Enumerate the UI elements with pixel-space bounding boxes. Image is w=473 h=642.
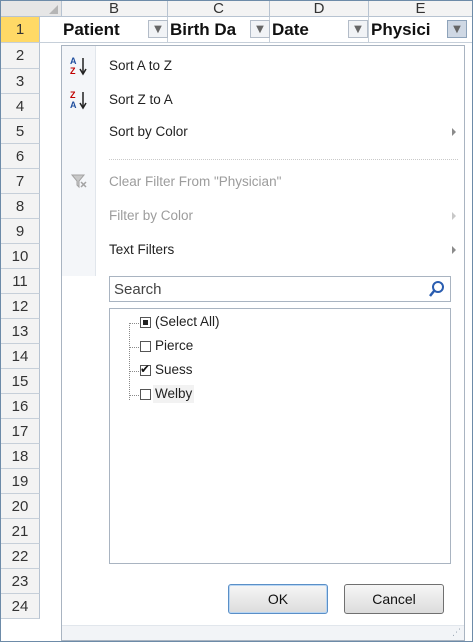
tree-line [129, 347, 139, 348]
row-header-19[interactable]: 19 [1, 469, 40, 494]
filter-dropdown-patient[interactable]: ▼ [148, 20, 168, 38]
chevron-down-icon: ▼ [453, 24, 461, 35]
filter-dropdown-birth-date[interactable]: ▼ [250, 20, 270, 38]
list-item-label[interactable]: (Select All) [153, 313, 222, 331]
svg-text:Z: Z [70, 90, 76, 100]
row-header-8[interactable]: 8 [1, 194, 40, 219]
chevron-down-icon: ▼ [256, 24, 264, 35]
menu-clear-filter[interactable]: Clear Filter From "Physician" [109, 170, 281, 194]
svg-text:A: A [70, 56, 77, 66]
row-header-20[interactable]: 20 [1, 494, 40, 519]
resize-grip-icon[interactable]: ⋰ [452, 628, 461, 638]
row-header-21[interactable]: 21 [1, 519, 40, 544]
row-header-22[interactable]: 22 [1, 544, 40, 569]
filter-dropdown-physician[interactable]: ▼ [447, 20, 467, 38]
row-header-11[interactable]: 11 [1, 269, 40, 294]
menu-separator [109, 159, 458, 160]
checkbox-suess[interactable]: ✔ [140, 362, 151, 376]
menu-sort-a-to-z[interactable]: Sort A to Z [109, 54, 172, 78]
row-header-1[interactable]: 1 [1, 17, 40, 43]
row-header-2[interactable]: 2 [1, 43, 40, 69]
row-header-6[interactable]: 6 [1, 144, 40, 169]
menu-sort-by-color[interactable]: Sort by Color [109, 120, 188, 144]
column-header-c[interactable]: C [168, 1, 270, 17]
svg-text:A: A [70, 100, 77, 110]
checkbox-pierce[interactable] [140, 341, 151, 352]
resize-strip [62, 625, 464, 640]
clear-filter-funnel-icon [70, 172, 88, 194]
menu-text-filters[interactable]: Text Filters [109, 238, 174, 262]
checkbox-select-all[interactable] [140, 317, 151, 328]
row-header-3[interactable]: 3 [1, 69, 40, 94]
menu-filter-by-color[interactable]: Filter by Color [109, 204, 193, 228]
tree-line [129, 323, 139, 324]
sort-descending-icon: Z A [70, 89, 88, 111]
filter-values-list: (Select All) Pierce ✔ Suess Welby [109, 308, 451, 564]
checkmark-icon: ✔ [140, 362, 151, 376]
menu-sort-z-to-a[interactable]: Sort Z to A [109, 88, 173, 112]
row-header-24[interactable]: 24 [1, 594, 40, 619]
column-header-d[interactable]: D [270, 1, 369, 17]
cancel-button[interactable]: Cancel [344, 584, 444, 614]
row-header-4[interactable]: 4 [1, 94, 40, 119]
tree-line [129, 323, 130, 400]
submenu-arrow-icon [452, 128, 456, 136]
row-header-9[interactable]: 9 [1, 219, 40, 244]
ok-button[interactable]: OK [228, 584, 328, 614]
checkbox-welby[interactable] [140, 389, 151, 400]
row-header-13[interactable]: 13 [1, 319, 40, 344]
list-item-label[interactable]: Suess [153, 361, 195, 379]
menu-icon-gutter [62, 46, 96, 276]
svg-text:Z: Z [70, 66, 76, 76]
select-all-corner[interactable] [1, 1, 62, 16]
row-header-7[interactable]: 7 [1, 169, 40, 194]
corner-triangle-icon [49, 5, 58, 14]
autofilter-menu: A Z Sort A to Z Z A Sort Z to A Sort by … [61, 45, 465, 641]
tree-line [129, 395, 139, 396]
search-input[interactable] [114, 279, 414, 299]
list-item-label[interactable]: Pierce [153, 337, 195, 355]
submenu-arrow-icon [452, 246, 456, 254]
search-box [109, 276, 451, 302]
submenu-arrow-icon [452, 212, 456, 220]
row-header-5[interactable]: 5 [1, 119, 40, 144]
row-header-10[interactable]: 10 [1, 244, 40, 269]
chevron-down-icon: ▼ [154, 24, 162, 35]
row-header-18[interactable]: 18 [1, 444, 40, 469]
list-item-label[interactable]: Welby [153, 385, 195, 403]
row-header-23[interactable]: 23 [1, 569, 40, 594]
column-header-b[interactable]: B [61, 1, 168, 17]
row-header-16[interactable]: 16 [1, 394, 40, 419]
tree-line [129, 371, 139, 372]
search-icon[interactable] [428, 280, 446, 298]
column-header-e[interactable]: E [369, 1, 472, 17]
row-header-15[interactable]: 15 [1, 369, 40, 394]
spreadsheet-window: B C D E 1 2 3 4 5 6 7 8 9 10 11 12 13 14… [0, 0, 473, 642]
row-header-12[interactable]: 12 [1, 294, 40, 319]
chevron-down-icon: ▼ [354, 24, 362, 35]
filter-dropdown-date[interactable]: ▼ [348, 20, 368, 38]
row-header-17[interactable]: 17 [1, 419, 40, 444]
row-header-14[interactable]: 14 [1, 344, 40, 369]
sort-ascending-icon: A Z [70, 55, 88, 77]
